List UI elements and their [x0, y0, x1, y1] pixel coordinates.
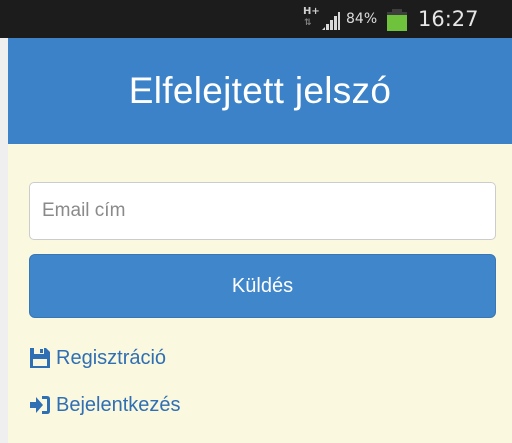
status-clock: 16:27	[418, 7, 479, 31]
send-button[interactable]: Küldés	[29, 254, 496, 318]
email-field[interactable]	[29, 182, 496, 240]
network-type-label: H+	[303, 6, 320, 17]
login-link-label: Bejelentkezés	[56, 393, 181, 416]
network-type-icon: H+ ⇅	[303, 6, 320, 31]
network-activity-arrows: ⇅	[304, 18, 311, 28]
app-content: Elfelejtett jelszó Küldés Regisztráció B…	[8, 38, 512, 443]
battery-percent: 84%	[346, 11, 378, 27]
register-link[interactable]: Regisztráció	[29, 344, 166, 372]
battery-fill	[387, 15, 407, 31]
sign-in-icon	[30, 396, 50, 414]
battery-icon	[385, 9, 409, 31]
floppy-save-icon	[30, 348, 50, 368]
page-title: Elfelejtett jelszó	[128, 70, 392, 111]
status-bar: H+ ⇅ 84% 16:27	[0, 0, 512, 38]
register-link-label: Regisztráció	[56, 346, 167, 369]
page-header: Elfelejtett jelszó	[8, 38, 512, 144]
signal-strength-icon	[322, 12, 340, 30]
login-link[interactable]: Bejelentkezés	[29, 391, 181, 419]
